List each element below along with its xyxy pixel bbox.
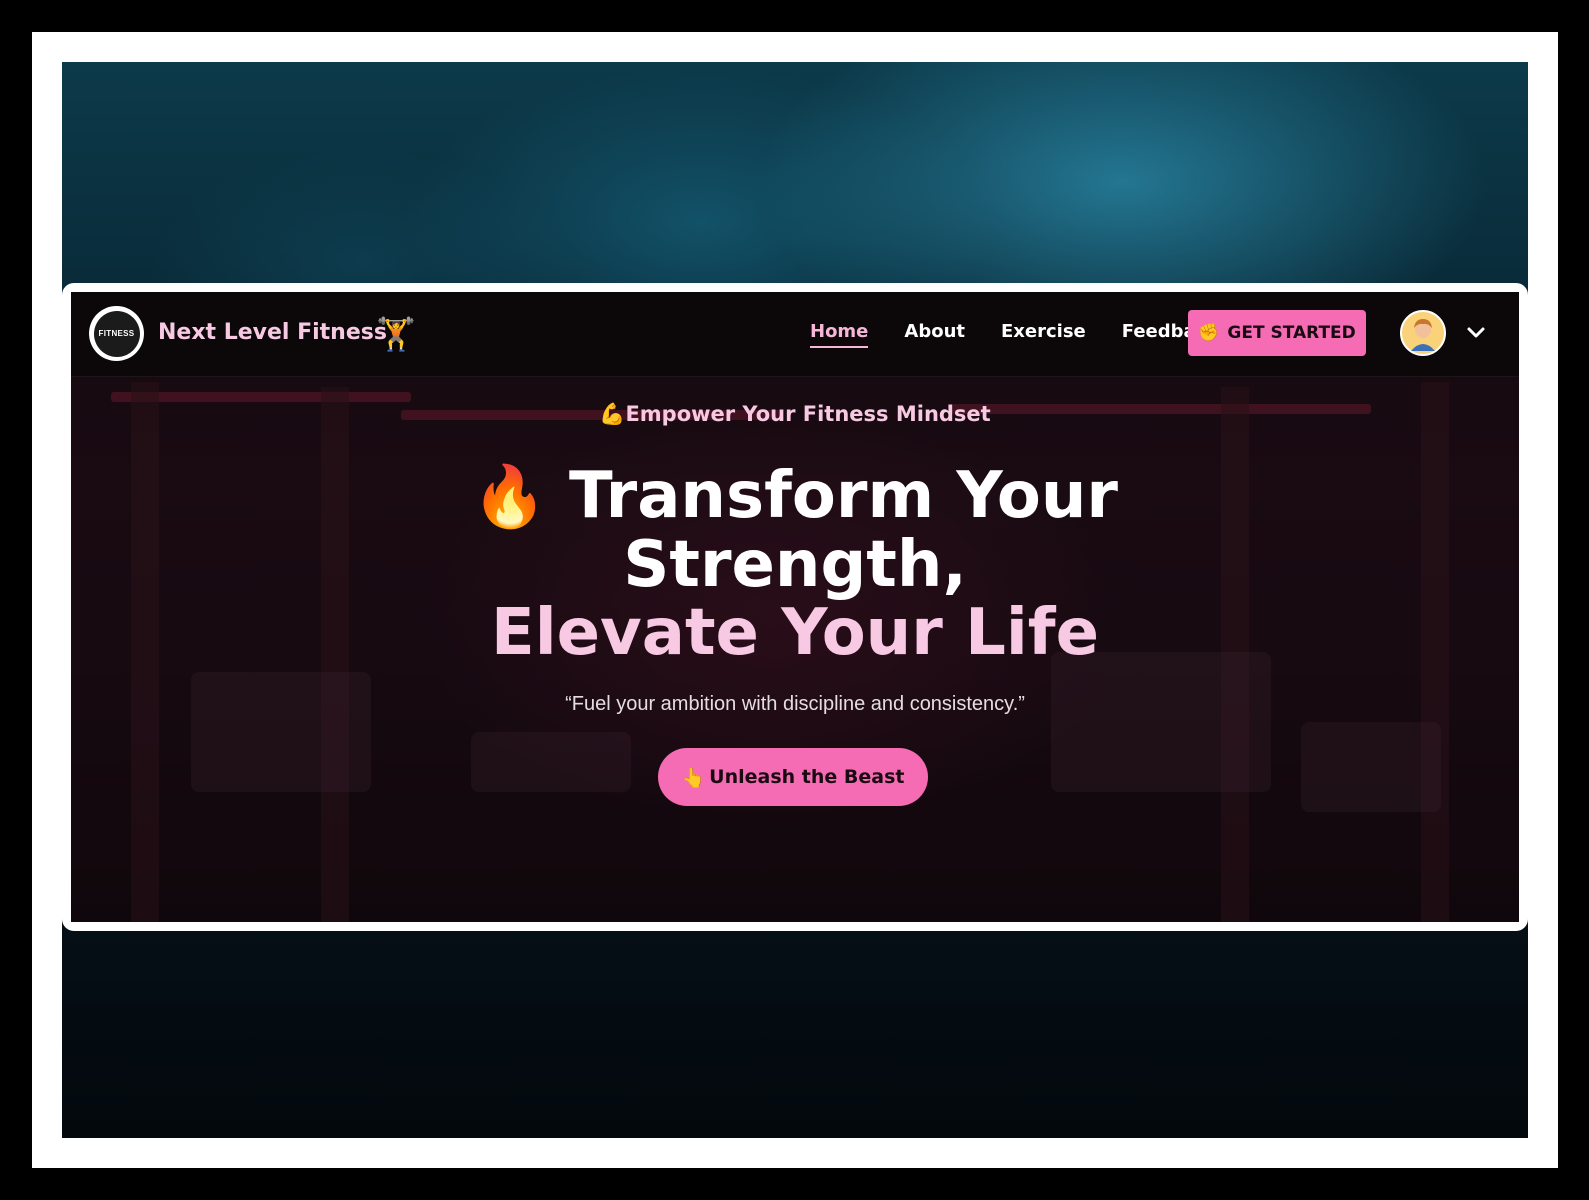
- weightlifter-icon: 🏋️: [376, 316, 416, 352]
- hero-title-line1-text: Transform Your: [569, 459, 1118, 533]
- hero-tagline: 💪Empower Your Fitness Mindset: [71, 402, 1519, 427]
- logo[interactable]: FITNESS: [89, 306, 144, 361]
- hero-title-line3: Elevate Your Life: [490, 596, 1100, 670]
- chevron-down-icon[interactable]: [1464, 320, 1488, 344]
- hero-tagline-text: Empower Your Fitness Mindset: [625, 402, 991, 426]
- user-avatar-icon[interactable]: [1400, 310, 1446, 356]
- hero-title-line2: Strength,: [623, 528, 967, 602]
- hero-title: 🔥 Transform Your Strength, Elevate Your …: [71, 462, 1519, 667]
- pointing-hand-icon: 👆: [681, 766, 706, 789]
- nav-link-about[interactable]: About: [904, 321, 965, 348]
- get-started-label: GET STARTED: [1227, 323, 1356, 343]
- navbar: FITNESS Next Level Fitness 🏋️ Home About…: [71, 292, 1519, 377]
- unleash-button-label: Unleash the Beast: [709, 766, 905, 788]
- logo-text: FITNESS: [93, 310, 140, 357]
- fist-icon: ✊: [1198, 323, 1220, 343]
- avatar-image: [1403, 313, 1443, 353]
- website-preview: FITNESS Next Level Fitness 🏋️ Home About…: [71, 292, 1519, 922]
- fire-icon: 🔥: [472, 462, 547, 532]
- flexed-biceps-icon: 💪: [599, 402, 626, 426]
- hero-section: 💪Empower Your Fitness Mindset 🔥 Transfor…: [71, 376, 1519, 922]
- nav-link-exercise[interactable]: Exercise: [1001, 321, 1086, 348]
- get-started-button[interactable]: ✊ GET STARTED: [1188, 310, 1366, 356]
- brand-name[interactable]: Next Level Fitness: [158, 320, 387, 345]
- hero-title-line1: 🔥 Transform Your: [71, 462, 1519, 531]
- nav-link-home[interactable]: Home: [810, 321, 869, 348]
- unleash-the-beast-button[interactable]: 👆 Unleash the Beast: [658, 748, 928, 806]
- hero-quote: “Fuel your ambition with discipline and …: [565, 693, 1025, 715]
